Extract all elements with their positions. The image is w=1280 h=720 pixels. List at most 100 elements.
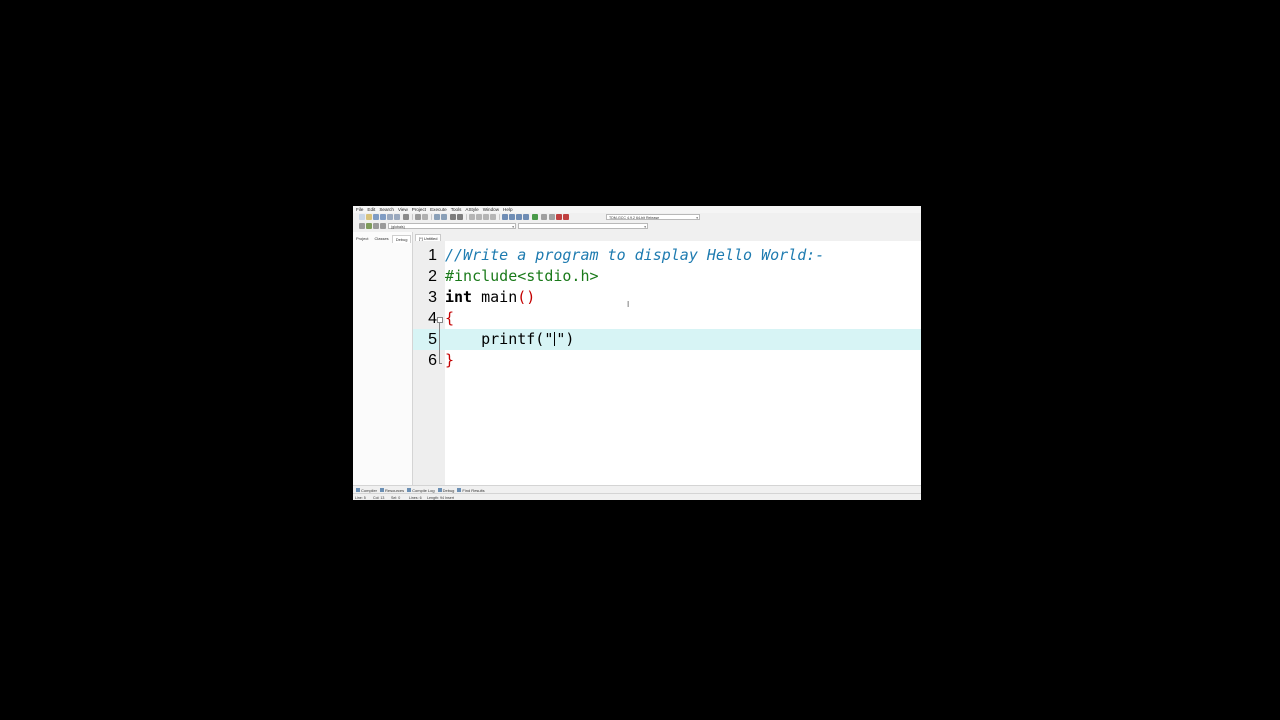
rebuild-icon[interactable] bbox=[523, 214, 529, 220]
menu-view[interactable]: View bbox=[398, 206, 408, 213]
save-icon[interactable] bbox=[373, 214, 379, 220]
compile-icon[interactable] bbox=[502, 214, 508, 220]
close-file-icon[interactable] bbox=[387, 214, 393, 220]
menu-tools[interactable]: Tools bbox=[451, 206, 462, 213]
delete-profile-icon[interactable] bbox=[563, 214, 569, 220]
left-panel-tabs: Project Classes Debug bbox=[353, 235, 412, 243]
tab-label: Resources bbox=[385, 487, 405, 493]
code-line-5-current: 5 printf(" ") bbox=[413, 329, 921, 350]
brace: } bbox=[445, 351, 455, 369]
line-number: 6 bbox=[428, 352, 437, 369]
chart-icon bbox=[407, 488, 412, 492]
profile-icon[interactable] bbox=[549, 214, 555, 220]
replace-icon[interactable] bbox=[441, 214, 447, 220]
line-number: 4 bbox=[428, 310, 437, 327]
code-line-6: 6 } bbox=[413, 350, 921, 371]
code-after-caret: ") bbox=[556, 330, 575, 348]
tab-debug[interactable]: Debug bbox=[391, 235, 412, 243]
tab-classes[interactable]: Classes bbox=[371, 235, 391, 243]
comment-text: //Write a program to display Hello World… bbox=[445, 246, 825, 264]
forward-icon[interactable] bbox=[476, 214, 482, 220]
tab-label: Compiler bbox=[361, 487, 378, 493]
status-value: 0 bbox=[398, 495, 401, 500]
menu-execute[interactable]: Execute bbox=[430, 206, 447, 213]
status-label: Length: bbox=[427, 495, 439, 500]
line-number: 2 bbox=[428, 268, 437, 285]
fold-toggle-icon[interactable] bbox=[437, 317, 443, 323]
status-value: 5 bbox=[363, 495, 366, 500]
new-file-icon[interactable] bbox=[359, 214, 365, 220]
devcpp-window: File Edit Search View Project Execute To… bbox=[353, 206, 921, 500]
scope-select[interactable]: (globals) ▾ bbox=[388, 223, 516, 229]
code-editor[interactable]: 1 //Write a program to display Hello Wor… bbox=[413, 241, 921, 485]
status-lines: Lines: 6 bbox=[409, 496, 425, 500]
debug-icon[interactable] bbox=[556, 214, 562, 220]
status-length: Length: 94 bbox=[427, 495, 444, 500]
unindent-icon[interactable] bbox=[457, 214, 463, 220]
compiler-select[interactable]: TDM-GCC 4.9.2 64-bit Release ▾ bbox=[606, 214, 700, 220]
redo-icon[interactable] bbox=[422, 214, 428, 220]
indent-icon[interactable] bbox=[450, 214, 456, 220]
run-icon[interactable] bbox=[509, 214, 515, 220]
undo-icon[interactable] bbox=[415, 214, 421, 220]
menu-astyle[interactable]: AStyle bbox=[465, 206, 478, 213]
tab-compile-log[interactable]: Compile Log bbox=[407, 488, 435, 493]
paren: () bbox=[517, 288, 536, 306]
find-icon[interactable] bbox=[434, 214, 440, 220]
tab-project[interactable]: Project bbox=[353, 235, 371, 243]
main-toolbar: TDM-GCC 4.9.2 64-bit Release ▾ bbox=[353, 213, 921, 222]
code-line-2: 2 #include<stdio.h> bbox=[413, 266, 921, 287]
compiler-select-value: TDM-GCC 4.9.2 64-bit Release bbox=[609, 216, 660, 220]
code-line-4: 4 { bbox=[413, 308, 921, 329]
status-label: Col: bbox=[373, 495, 380, 500]
insert-icon[interactable] bbox=[359, 223, 365, 229]
menu-file[interactable]: File bbox=[356, 206, 363, 213]
goto-bookmark-icon[interactable] bbox=[373, 223, 379, 229]
tab-resources[interactable]: Resources bbox=[380, 488, 404, 493]
print-icon[interactable] bbox=[403, 214, 409, 220]
class-toolbar: (globals) ▾ ▾ bbox=[353, 222, 921, 231]
toggle-bookmark-icon[interactable] bbox=[366, 223, 372, 229]
menu-search[interactable]: Search bbox=[379, 206, 394, 213]
bookmark-icon[interactable] bbox=[483, 214, 489, 220]
keyword: int bbox=[445, 288, 473, 306]
menu-window[interactable]: Window bbox=[483, 206, 499, 213]
status-label: Sel: bbox=[391, 495, 398, 500]
status-mode: Insert bbox=[445, 495, 454, 500]
editor-tab-bar: [*] Untitled bbox=[413, 232, 921, 242]
code-text: printf(" ") bbox=[445, 329, 574, 350]
back-icon[interactable] bbox=[469, 214, 475, 220]
resources-icon bbox=[380, 488, 385, 492]
chevron-down-icon: ▾ bbox=[696, 216, 698, 220]
stop-execution-icon[interactable] bbox=[541, 214, 547, 220]
toolbar-separator bbox=[499, 214, 500, 220]
code-text: int main() bbox=[445, 287, 535, 308]
menu-edit[interactable]: Edit bbox=[367, 206, 375, 213]
open-file-icon[interactable] bbox=[366, 214, 372, 220]
goto-line-icon[interactable] bbox=[490, 214, 496, 220]
code-line-1: 1 //Write a program to display Hello Wor… bbox=[413, 245, 921, 266]
check-icon bbox=[437, 488, 442, 492]
fold-line bbox=[439, 323, 440, 363]
member-select[interactable]: ▾ bbox=[518, 223, 648, 229]
compile-run-icon[interactable] bbox=[516, 214, 522, 220]
menu-help[interactable]: Help bbox=[503, 206, 512, 213]
line-number: 1 bbox=[428, 247, 437, 264]
goto-icon[interactable] bbox=[380, 223, 386, 229]
tab-find-results[interactable]: Find Results bbox=[457, 488, 485, 493]
check-syntax-icon[interactable] bbox=[532, 214, 538, 220]
scope-select-value: (globals) bbox=[391, 225, 405, 229]
tab-compiler[interactable]: Compiler bbox=[356, 488, 377, 493]
line-number: 3 bbox=[428, 289, 437, 306]
close-all-icon[interactable] bbox=[394, 214, 400, 220]
status-line: Line: 5 bbox=[355, 496, 371, 500]
chevron-down-icon: ▾ bbox=[644, 225, 646, 229]
code-before-caret: printf(" bbox=[481, 330, 554, 348]
status-label: Line: bbox=[355, 495, 363, 500]
tab-debug-output[interactable]: Debug bbox=[437, 488, 454, 493]
menu-project[interactable]: Project bbox=[412, 206, 426, 213]
status-value: 13 bbox=[380, 495, 385, 500]
save-all-icon[interactable] bbox=[380, 214, 386, 220]
toolbar-separator bbox=[412, 214, 413, 220]
